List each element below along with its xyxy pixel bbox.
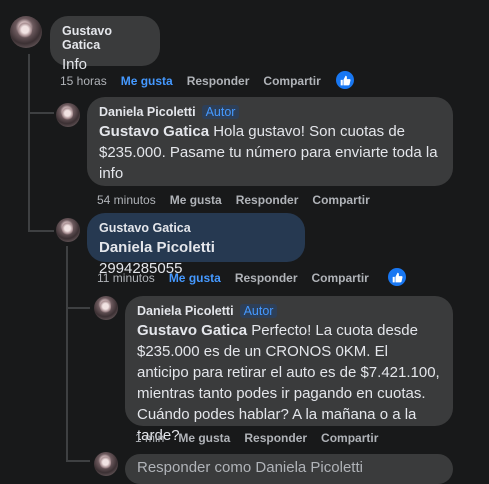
like-reaction-badge[interactable] — [386, 266, 408, 288]
mention-link[interactable]: Daniela Picoletti — [99, 239, 215, 256]
like-button[interactable]: Me gusta — [121, 74, 173, 88]
comment-time[interactable]: 1 min — [135, 431, 164, 445]
like-button[interactable]: Me gusta — [170, 193, 222, 207]
share-button[interactable]: Compartir — [312, 271, 369, 285]
comment-actions: 54 minutos Me gusta Responder Compartir — [97, 193, 370, 207]
share-button[interactable]: Compartir — [312, 193, 369, 207]
reply-input-placeholder: Responder como Daniela Picoletti — [137, 459, 363, 476]
thread-line-main — [28, 54, 30, 114]
author-badge: Autor — [239, 304, 278, 318]
thread-line-connector-4 — [66, 460, 90, 462]
like-button[interactable]: Me gusta — [169, 271, 221, 285]
thumbs-up-icon — [340, 75, 351, 85]
share-button[interactable]: Compartir — [321, 431, 378, 445]
thumbs-up-icon — [392, 272, 403, 282]
thread-line-connector-1 — [28, 112, 54, 114]
author-badge: Autor — [201, 105, 240, 119]
comment-actions: 11 minutos Me gusta Responder Compartir — [97, 271, 369, 285]
comment-text: Gustavo Gatica Hola gustavo! Son cuotas … — [99, 121, 441, 184]
comment-text: Info — [62, 56, 88, 73]
like-reaction-badge[interactable] — [334, 69, 356, 91]
avatar[interactable] — [10, 16, 42, 48]
thread-line-connector-3 — [66, 307, 90, 309]
thread-line-sub — [66, 246, 68, 462]
reply-button[interactable]: Responder — [187, 74, 250, 88]
comment-author[interactable]: Gustavo Gatica — [62, 24, 148, 52]
mention-link[interactable]: Gustavo Gatica — [137, 322, 247, 339]
reply-button[interactable]: Responder — [236, 193, 299, 207]
comment-time[interactable]: 15 horas — [60, 74, 107, 88]
mention-link[interactable]: Gustavo Gatica — [99, 123, 209, 140]
thread-line-main-2 — [28, 112, 30, 232]
like-button[interactable]: Me gusta — [178, 431, 230, 445]
comment-bubble: Gustavo Gatica Info — [50, 16, 160, 73]
thread-line-connector-2 — [28, 230, 54, 232]
reply-button[interactable]: Responder — [235, 271, 298, 285]
comment-bubble: Daniela Picoletti Autor Gustavo Gatica P… — [125, 296, 453, 444]
avatar[interactable] — [94, 452, 118, 476]
avatar[interactable] — [56, 218, 80, 242]
comment-text: Gustavo Gatica Perfecto! La cuota desde … — [137, 320, 441, 446]
comment-time[interactable]: 11 minutos — [97, 271, 155, 285]
comment-bubble-highlighted: Gustavo Gatica Daniela Picoletti 2994285… — [87, 213, 305, 277]
comment-actions: 15 horas Me gusta Responder Compartir — [60, 74, 321, 88]
comment-time[interactable]: 54 minutos — [97, 193, 156, 207]
reply-input[interactable]: Responder como Daniela Picoletti — [125, 454, 453, 484]
reply-button[interactable]: Responder — [244, 431, 307, 445]
comment-author[interactable]: Gustavo Gatica — [99, 221, 293, 235]
comment-bubble: Daniela Picoletti Autor Gustavo Gatica H… — [87, 97, 453, 186]
share-button[interactable]: Compartir — [263, 74, 320, 88]
comment-author[interactable]: Daniela Picoletti — [99, 105, 196, 119]
comment-author[interactable]: Daniela Picoletti — [137, 304, 234, 318]
comment-body: Perfecto! La cuota desde $235.000 es de … — [137, 322, 440, 444]
avatar[interactable] — [94, 296, 118, 320]
avatar[interactable] — [56, 103, 80, 127]
comment-actions: 1 min Me gusta Responder Compartir — [135, 431, 378, 445]
